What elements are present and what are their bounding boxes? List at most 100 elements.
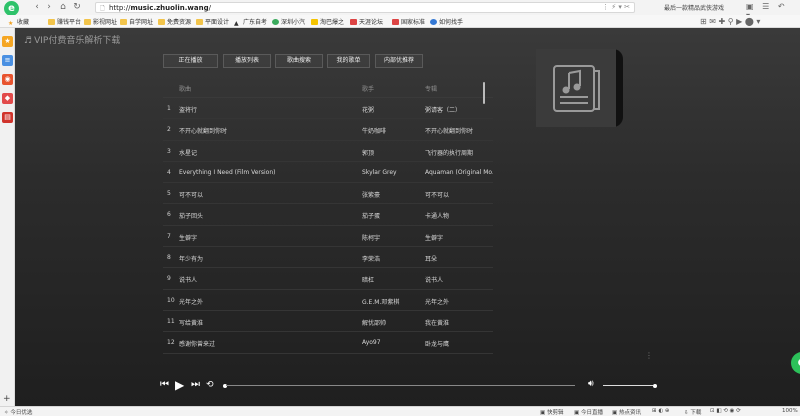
chat-icon — [311, 19, 318, 25]
search-hint[interactable]: 最后一款精品武侠游戏 — [664, 3, 724, 12]
bookmark-label: 免费资源 — [167, 19, 192, 26]
address-tools-icon[interactable]: ⋮ ⚡ ▾ ✂ — [602, 3, 630, 11]
play-icon[interactable]: ▶ — [175, 378, 184, 392]
song-singer: 李荣浩 — [362, 256, 381, 264]
app-icon[interactable]: ◆ — [2, 93, 13, 104]
song-row[interactable]: 3 水星记 郭顶 飞行器的执行周期 — [163, 141, 493, 162]
bookmark-item[interactable]: 深圳小汽 — [272, 17, 305, 26]
column-singer: 歌手 — [362, 86, 375, 93]
bookmark-item[interactable]: 国家标准 — [392, 17, 425, 26]
bookmark-item[interactable]: ▲ 广东自考 — [234, 17, 267, 27]
status-live[interactable]: ▣ 今日直播 — [574, 408, 603, 416]
song-album: 粥请客（二） — [425, 107, 462, 114]
tab-recommend[interactable]: 内部优推荐 — [375, 54, 423, 68]
notes-icon[interactable]: ≡ — [2, 55, 13, 66]
site-icon — [392, 19, 399, 25]
song-index: 9 — [167, 275, 171, 283]
add-icon[interactable]: + — [3, 394, 11, 404]
shop-icon[interactable]: ▤ — [2, 112, 13, 123]
volume-slider[interactable] — [603, 385, 653, 386]
song-row[interactable]: 4 Everything I Need (Film Version) Skylar … — [163, 162, 493, 184]
song-index: 2 — [167, 126, 171, 134]
status-tools-icon[interactable]: ⊞ ◐ ⊕ — [652, 408, 670, 414]
url-text: http://music.zhuolin.wang/ — [109, 4, 211, 12]
page-title: ♬ VIP付费音乐解析下载 — [24, 33, 120, 46]
song-row[interactable]: 11 写给黄淮 解忧邵帅 我在黄淮 — [163, 311, 493, 333]
status-download[interactable]: ⇩ 下载 — [684, 408, 701, 416]
song-row[interactable]: 8 年少有为 李荣浩 耳朵 — [163, 247, 493, 269]
home-icon[interactable]: ⌂ — [58, 2, 68, 12]
volume-icon[interactable]: 🔊︎ — [588, 379, 594, 389]
zoom-level[interactable]: 100% — [782, 408, 798, 414]
bookmark-item[interactable]: 平面设计 — [196, 17, 229, 26]
address-bar[interactable]: 🗋 http://music.zhuolin.wang/ ⋮ ⚡ ▾ ✂ — [95, 2, 635, 13]
floating-action-icon[interactable]: ● — [791, 352, 800, 374]
status-icons[interactable]: ⊡ ◧ ⟲ ◉ ⟳ — [710, 408, 741, 414]
song-title: 不开心就翻到你时 — [179, 128, 228, 136]
status-left-label: 今日优选 — [10, 410, 33, 416]
song-row[interactable]: 6 茄子回头 茄子蛋 卡通人物 — [163, 204, 493, 226]
song-singer: Ayo97 — [362, 339, 381, 347]
bookmark-favorites[interactable]: ★ 收藏 — [8, 17, 30, 27]
bookmark-item[interactable]: 免费资源 — [158, 17, 191, 26]
bookmarks-bar: ★ 收藏 赚钱平台 影视网址 自学网址 免费资源 平面设计 ▲ 广东自考 深圳小汽 … — [0, 15, 800, 28]
bookmark-label: 自学网址 — [129, 19, 154, 26]
bookmark-item[interactable]: 如何找手 — [430, 17, 463, 26]
song-album: 飞行器的执行周期 — [425, 149, 474, 157]
song-album: 可不可以 — [425, 192, 450, 200]
song-singer: G.E.M.邓紫棋 — [362, 298, 400, 306]
song-row[interactable]: 10 光年之外 G.E.M.邓紫棋 光年之外 — [163, 290, 493, 311]
tab-playlist[interactable]: 播放列表 — [223, 54, 271, 68]
music-page: ♬ VIP付费音乐解析下载 正在播放 播放列表 歌曲搜索 我的歌单 内部优推荐 歌… — [15, 28, 800, 406]
song-row[interactable]: 5 可不可以 张紫豪 可不可以 — [163, 183, 493, 205]
bookmark-item[interactable]: 自学网址 — [120, 17, 153, 26]
tab-now-playing[interactable]: 正在播放 — [163, 54, 218, 68]
song-row[interactable]: 2 不开心就翻到你时 牛奶咖啡 不开心就翻到你时 — [163, 119, 493, 141]
favorites-star-icon[interactable]: ★ — [2, 36, 13, 47]
toolbar-extensions-icon[interactable]: ⊞ ✉ ✚ ⚲ ▶ ⬤ ▾ — [700, 17, 760, 26]
status-quick-edit[interactable]: ▣ 快剪辑 — [540, 408, 563, 416]
more-options-icon[interactable]: ⋮ — [645, 351, 653, 360]
song-row[interactable]: 1 盗将行 花粥 粥请客（二） — [163, 98, 493, 120]
song-title: 生僻字 — [179, 234, 198, 242]
status-left[interactable]: ✧ 今日优选 — [4, 408, 32, 416]
bookmark-label: 国家标准 — [401, 19, 426, 26]
tab-search[interactable]: 歌曲搜索 — [275, 54, 323, 68]
music-document-icon — [553, 65, 600, 112]
tab-my-lists[interactable]: 我的歌单 — [327, 54, 370, 68]
refresh-icon[interactable]: ↻ — [72, 2, 82, 12]
status-label: 今日直播 — [580, 410, 603, 416]
song-title: 水星记 — [179, 149, 198, 157]
song-index: 5 — [167, 190, 171, 198]
browser-logo-icon[interactable]: e — [4, 1, 19, 16]
song-album: 光年之外 — [425, 298, 450, 306]
status-news[interactable]: ▣ 热点资讯 — [612, 408, 641, 416]
back-icon[interactable]: ‹ — [32, 2, 42, 12]
volume-handle[interactable] — [653, 384, 657, 388]
weibo-icon[interactable]: ◉ — [2, 74, 13, 85]
bookmark-label: 影视网址 — [93, 19, 118, 26]
repeat-icon[interactable]: ⟲ — [206, 378, 214, 392]
previous-icon[interactable]: ⏮ — [160, 378, 169, 392]
bookmark-item[interactable]: 影视网址 — [84, 17, 117, 26]
list-scrollbar[interactable] — [483, 82, 485, 104]
bookmark-item[interactable]: 淘巴爆之 — [311, 17, 344, 26]
bookmark-item[interactable]: 赚钱平台 — [48, 17, 81, 26]
site-icon — [350, 19, 357, 25]
song-singer: 花粥 — [362, 107, 375, 114]
player-bar: ⏮ ▶ ⏭ ⟲ 🔊︎ — [160, 376, 660, 396]
song-row[interactable]: 12 感谢你曾来过 Ayo97 卧龙与鹰 — [163, 332, 493, 354]
song-album: 说书人 — [425, 277, 444, 285]
bookmark-item[interactable]: 天涯论坛 — [350, 17, 383, 26]
next-icon[interactable]: ⏭ — [191, 378, 200, 392]
forward-icon[interactable]: › — [44, 2, 54, 12]
bookmark-label: 淘巴爆之 — [320, 19, 345, 26]
song-album: 耳朵 — [425, 256, 438, 264]
song-index: 3 — [167, 147, 171, 155]
song-index: 1 — [167, 105, 171, 112]
bookmark-label: 收藏 — [17, 19, 30, 26]
song-row[interactable]: 9 说书人 暗杠 说书人 — [163, 268, 493, 290]
progress-bar[interactable] — [226, 385, 575, 386]
song-row[interactable]: 7 生僻字 陈柯宇 生僻字 — [163, 226, 493, 248]
song-singer: 郭顶 — [362, 149, 375, 157]
